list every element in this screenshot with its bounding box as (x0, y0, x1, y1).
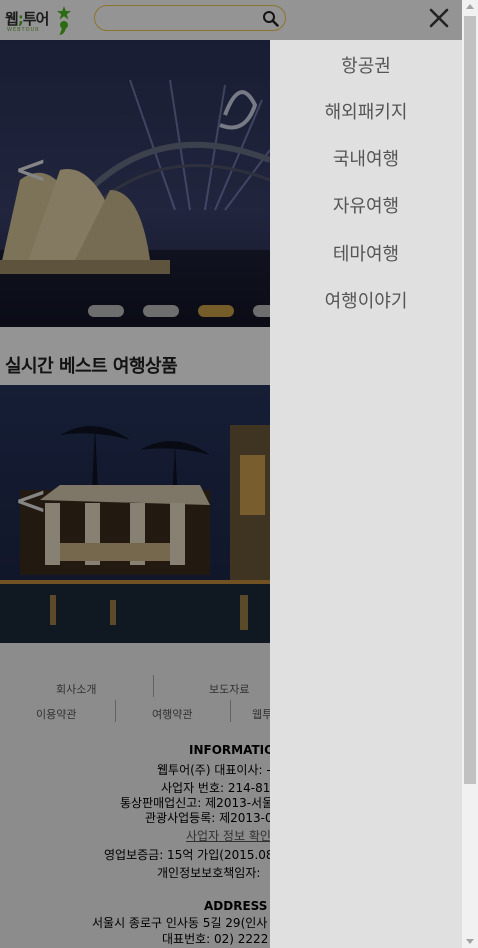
vertical-scrollbar[interactable] (462, 0, 478, 948)
side-menu: 항공권 해외패키지 국내여행 자유여행 테마여행 여행이야기 (270, 40, 462, 948)
scroll-up-arrow-icon[interactable] (466, 4, 474, 9)
menu-item-travel-stories[interactable]: 여행이야기 (270, 287, 462, 313)
menu-item-theme-travel[interactable]: 테마여행 (270, 240, 462, 266)
menu-item-free-travel[interactable]: 자유여행 (270, 192, 462, 218)
close-icon[interactable] (426, 5, 452, 31)
scrollbar-thumb[interactable] (464, 16, 476, 784)
menu-item-overseas-package[interactable]: 해외패키지 (270, 98, 462, 124)
menu-item-flights[interactable]: 항공권 (270, 52, 462, 78)
scroll-down-arrow-icon[interactable] (466, 939, 474, 944)
menu-item-domestic[interactable]: 국내여행 (270, 145, 462, 171)
page: 웹;투어 WEBTOUR < 실시간 베스트 여행상품 < 회사소개 보도자료 … (0, 0, 462, 948)
